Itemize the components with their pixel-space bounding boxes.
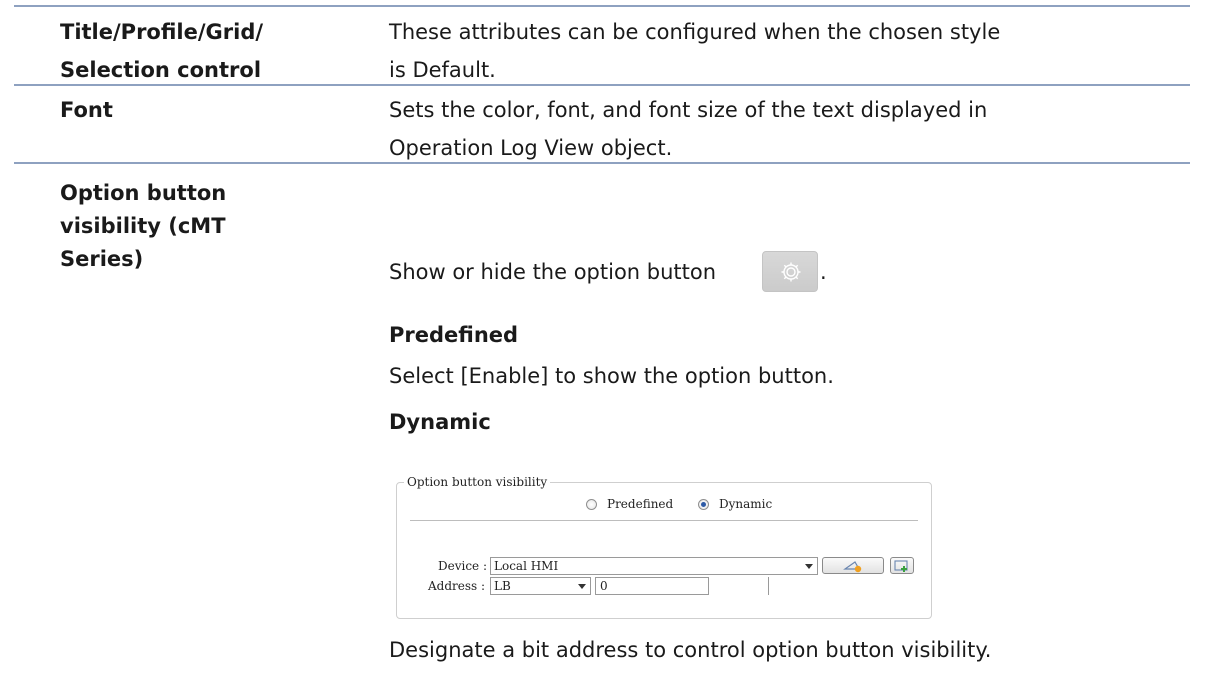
option-intro-text: Show or hide the option button (389, 253, 716, 291)
device-value: Local HMI (494, 559, 559, 573)
row-label-line: Font (60, 98, 113, 122)
radio-circle (586, 498, 597, 510)
row-desc-line: Sets the color, font, and font size of t… (389, 98, 988, 122)
radio-circle (698, 498, 709, 510)
row-label: Title/Profile/Grid/ Selection control (60, 13, 263, 89)
dialog-separator (410, 520, 918, 521)
predefined-text: Select [Enable] to show the option butto… (389, 364, 834, 388)
address-type-value: LB (494, 579, 511, 593)
device-add-icon (894, 560, 908, 572)
row-desc-line: These attributes can be configured when … (389, 20, 1001, 44)
address-input[interactable]: 0 (595, 577, 709, 595)
row-desc-line: is Default. (389, 58, 496, 82)
device-setting-icon (843, 561, 862, 573)
intro-period: . (820, 253, 827, 291)
row-description: These attributes can be configured when … (389, 13, 1000, 89)
row-label-line: visibility (cMT (60, 214, 226, 238)
gear-icon (781, 262, 801, 282)
intro-text: Show or hide the option button (389, 260, 717, 284)
chevron-down-icon (578, 584, 586, 589)
radio-label: Predefined (607, 497, 674, 511)
row-label-line: Series) (60, 247, 144, 271)
intro-period-text: . (820, 260, 827, 284)
dialog-legend: Option button visibility (404, 475, 551, 489)
chevron-down-icon (805, 564, 813, 569)
row-label-line: Title/Profile/Grid/ (60, 20, 264, 44)
footer-text: Designate a bit address to control optio… (389, 638, 992, 662)
radio-dynamic[interactable]: Dynamic (698, 497, 772, 511)
device-add-button[interactable] (890, 557, 914, 574)
subheading-dynamic: Dynamic (389, 410, 491, 434)
address-label: Address : (428, 579, 486, 593)
row-label: Option button visibility (cMT Series) (60, 177, 226, 276)
row-label-line: Selection control (60, 58, 262, 82)
option-button[interactable] (762, 251, 818, 292)
device-setting-button[interactable] (822, 557, 884, 574)
subheading-predefined: Predefined (389, 323, 519, 347)
option-visibility-dialog: Option button visibility Predefined Dyna… (396, 475, 932, 620)
radio-label: Dynamic (719, 497, 773, 511)
table-top-rule (14, 5, 1190, 7)
radio-predefined[interactable]: Predefined (586, 497, 673, 511)
address-type-select[interactable]: LB (490, 577, 591, 595)
address-field-end (768, 577, 769, 595)
address-value: 0 (600, 579, 608, 593)
row-description: Sets the color, font, and font size of t… (389, 91, 987, 167)
device-label: Device : (438, 559, 488, 573)
row-label: Font (60, 91, 113, 129)
row-label-line: Option button (60, 181, 227, 205)
device-select[interactable]: Local HMI (490, 557, 818, 575)
row-desc-line: Operation Log View object. (389, 136, 673, 160)
